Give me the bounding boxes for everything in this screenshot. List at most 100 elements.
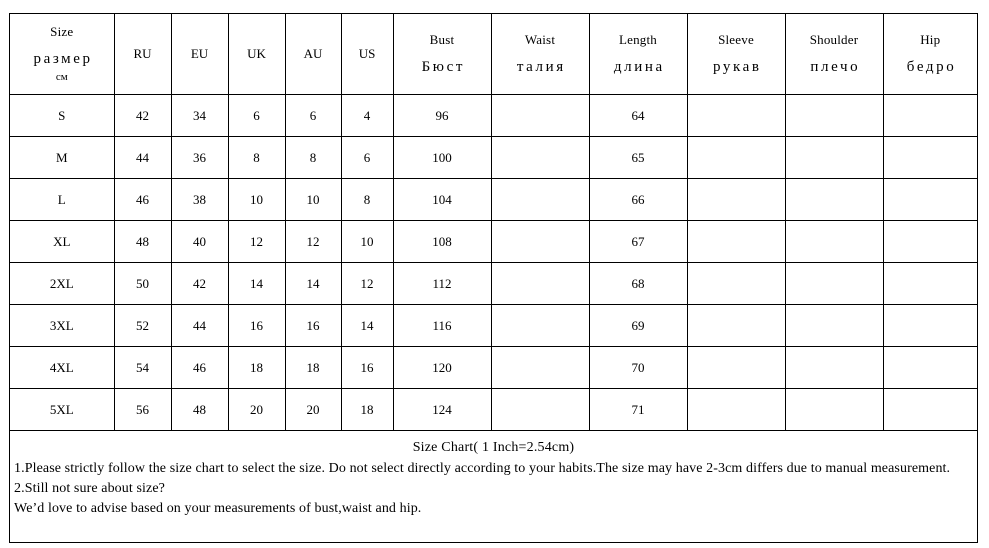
cell-au: 12 bbox=[284, 220, 342, 263]
cell-bust: 112 bbox=[392, 262, 492, 305]
column-header-shoulder-en: Shoulder bbox=[809, 31, 859, 47]
cell-size: L bbox=[10, 178, 115, 221]
column-header-waist: Waist талия bbox=[490, 14, 590, 95]
cell-hip bbox=[882, 136, 977, 179]
cell-au: 18 bbox=[284, 346, 342, 389]
cell-uk: 14 bbox=[227, 262, 286, 305]
cell-waist bbox=[490, 220, 590, 263]
cell-eu: 48 bbox=[170, 388, 229, 431]
cell-bust: 100 bbox=[392, 136, 492, 179]
cell-hip bbox=[882, 220, 977, 263]
cell-waist bbox=[490, 262, 590, 305]
cell-bust: 124 bbox=[392, 388, 492, 431]
cell-sleeve bbox=[686, 178, 786, 221]
cell-waist bbox=[490, 346, 590, 389]
cell-shoulder bbox=[784, 136, 884, 179]
cell-length: 64 bbox=[588, 94, 688, 137]
column-header-uk: UK bbox=[227, 14, 286, 95]
cell-sleeve bbox=[686, 388, 786, 431]
cell-length: 71 bbox=[588, 388, 688, 431]
column-header-length-en: Length bbox=[618, 31, 658, 47]
column-header-waist-en: Waist bbox=[524, 31, 556, 47]
cell-shoulder bbox=[784, 262, 884, 305]
cell-uk: 16 bbox=[227, 304, 286, 347]
column-header-au: AU bbox=[284, 14, 342, 95]
cell-bust: 96 bbox=[392, 94, 492, 137]
cell-sleeve bbox=[686, 94, 786, 137]
footer-notes-section: Size Chart( 1 Inch=2.54cm) 1.Please stri… bbox=[10, 431, 977, 519]
cell-eu: 38 bbox=[170, 178, 229, 221]
column-header-sleeve-en: Sleeve bbox=[718, 31, 754, 47]
cell-eu: 36 bbox=[170, 136, 229, 179]
cell-au: 20 bbox=[284, 388, 342, 431]
cell-waist bbox=[490, 136, 590, 179]
table-row: 5XL 56 48 20 20 18 124 71 bbox=[10, 388, 977, 431]
column-header-ru-label: RU bbox=[133, 46, 152, 61]
column-header-size-en: Size bbox=[50, 24, 74, 39]
cell-sleeve bbox=[686, 304, 786, 347]
cell-waist bbox=[490, 388, 590, 431]
cell-ru: 46 bbox=[113, 178, 172, 221]
cell-us: 4 bbox=[340, 94, 394, 137]
header-row: Size размер см RU EU UK AU US Bust Бюст … bbox=[10, 14, 977, 95]
column-header-hip-ru: бедро bbox=[906, 58, 957, 75]
cell-ru: 42 bbox=[113, 94, 172, 137]
cell-size: 5XL bbox=[10, 388, 115, 431]
cell-shoulder bbox=[784, 94, 884, 137]
cell-length: 66 bbox=[588, 178, 688, 221]
cell-size: 4XL bbox=[10, 346, 115, 389]
cell-hip bbox=[882, 94, 977, 137]
table-row: M 44 36 8 8 6 100 65 bbox=[10, 136, 977, 179]
column-header-size-ru: размер bbox=[33, 51, 93, 67]
footer-note-1: 1.Please strictly follow the size chart … bbox=[14, 461, 951, 476]
cell-uk: 6 bbox=[227, 94, 286, 137]
cell-ru: 56 bbox=[113, 388, 172, 431]
cell-length: 68 bbox=[588, 262, 688, 305]
table-header: Size размер см RU EU UK AU US Bust Бюст … bbox=[10, 14, 977, 95]
cell-sleeve bbox=[686, 136, 786, 179]
table-row: 2XL 50 42 14 14 12 112 68 bbox=[10, 262, 977, 305]
table-row: XL 48 40 12 12 10 108 67 bbox=[10, 220, 977, 263]
cell-bust: 120 bbox=[392, 346, 492, 389]
table-row: 4XL 54 46 18 18 16 120 70 bbox=[10, 346, 977, 389]
cell-hip bbox=[882, 304, 977, 347]
footer-note-2: 2.Still not sure about size? bbox=[14, 481, 165, 496]
cell-sleeve bbox=[686, 346, 786, 389]
cell-shoulder bbox=[784, 178, 884, 221]
column-header-eu-label: EU bbox=[190, 46, 209, 61]
cell-us: 8 bbox=[340, 178, 394, 221]
cell-waist bbox=[490, 94, 590, 137]
cell-us: 18 bbox=[340, 388, 394, 431]
column-header-au-label: AU bbox=[303, 46, 323, 61]
column-header-bust-ru: Бюст bbox=[421, 58, 466, 75]
cell-hip bbox=[882, 346, 977, 389]
cell-length: 70 bbox=[588, 346, 688, 389]
cell-size: 2XL bbox=[10, 262, 115, 305]
column-header-sleeve-ru: рукав bbox=[712, 58, 762, 75]
column-header-shoulder-ru: плечо bbox=[810, 58, 861, 75]
cell-us: 16 bbox=[340, 346, 394, 389]
column-header-us: US bbox=[340, 14, 394, 95]
cell-hip bbox=[882, 178, 977, 221]
column-header-hip-en: Hip bbox=[920, 31, 941, 47]
cell-au: 16 bbox=[284, 304, 342, 347]
cell-size: M bbox=[10, 136, 115, 179]
column-header-us-label: US bbox=[358, 46, 376, 61]
cell-au: 14 bbox=[284, 262, 342, 305]
cell-ru: 52 bbox=[113, 304, 172, 347]
size-chart-table: Size размер см RU EU UK AU US Bust Бюст … bbox=[10, 14, 977, 431]
column-header-hip: Hip бедро bbox=[882, 14, 977, 95]
cell-hip bbox=[882, 262, 977, 305]
cell-ru: 50 bbox=[113, 262, 172, 305]
cell-ru: 48 bbox=[113, 220, 172, 263]
cell-shoulder bbox=[784, 346, 884, 389]
column-header-bust-en: Bust bbox=[429, 31, 455, 47]
size-chart-sheet: Size размер см RU EU UK AU US Bust Бюст … bbox=[9, 13, 978, 543]
cell-shoulder bbox=[784, 220, 884, 263]
cell-us: 12 bbox=[340, 262, 394, 305]
column-header-size: Size размер см bbox=[10, 14, 115, 95]
column-header-length: Length длина bbox=[588, 14, 688, 95]
cell-bust: 104 bbox=[392, 178, 492, 221]
cell-length: 67 bbox=[588, 220, 688, 263]
column-header-eu: EU bbox=[170, 14, 229, 95]
